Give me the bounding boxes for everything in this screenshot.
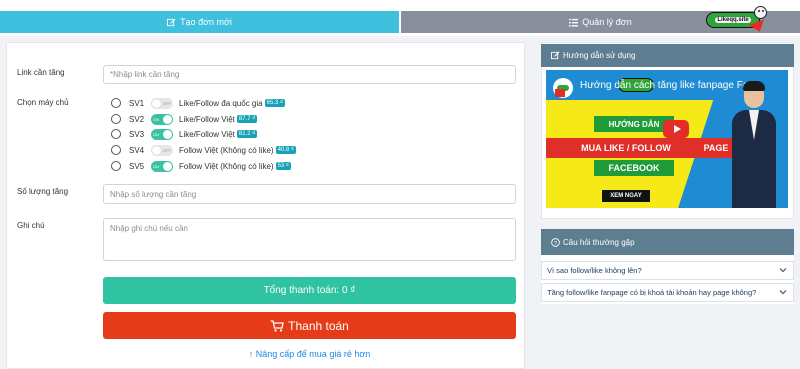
tab-new-order-label: Tạo đơn mới [180, 17, 232, 27]
edit-icon [551, 51, 560, 60]
note-textarea[interactable] [103, 218, 516, 261]
guide-title: Hướng dẫn sử dụng [563, 51, 636, 60]
upgrade-link[interactable]: ↑ Nâng cấp để mua giá rẻ hơn [103, 349, 516, 359]
server-desc: Like/Follow Việt [179, 114, 235, 124]
server-desc: Like/Follow Việt [179, 129, 235, 139]
arrow-up-icon: ↑ [248, 349, 256, 359]
faq-item[interactable]: Tăng follow/like fanpage có bị khoá tài … [541, 283, 794, 302]
chevron-down-icon [779, 267, 787, 273]
tab-manage-orders-label: Quản lý đơn [582, 17, 632, 27]
video-title[interactable]: Hướng dẫn cách tăng like fanpage Fa... [580, 80, 757, 91]
edit-icon [167, 18, 176, 27]
faq-item[interactable]: Vì sao follow/like không lên? [541, 261, 794, 280]
toggle-switch[interactable]: ON [151, 113, 173, 125]
upgrade-text: Nâng cấp để mua giá rẻ hơn [255, 349, 371, 359]
link-input[interactable] [103, 65, 516, 84]
play-icon[interactable] [663, 120, 689, 138]
order-form-card: Link cần tăng Chọn máy chủ SV1 OFF Like/… [6, 42, 525, 369]
tab-new-order[interactable]: Tạo đơn mới [0, 11, 399, 33]
faq-header: ? Câu hỏi thường gặp [541, 229, 794, 255]
order-tabs: Tạo đơn mới Quản lý đơn Likeqq.site [0, 0, 800, 36]
price-badge: 81.2 ₫ [236, 130, 258, 138]
channel-avatar-mark [555, 89, 565, 97]
list-icon [569, 18, 579, 27]
question-circle-icon: ? [551, 237, 560, 247]
video-text-huong: HƯỚNG DẪN [594, 116, 674, 132]
note-label: Ghi chú [17, 221, 45, 230]
server-id: SV3 [129, 129, 145, 139]
faq-title: Câu hỏi thường gặp [563, 237, 635, 247]
radio-button[interactable] [111, 145, 121, 155]
link-label: Link cần tăng [17, 68, 65, 77]
quantity-input[interactable] [103, 184, 516, 204]
server-option[interactable]: SV1 OFF Like/Follow đa quốc gia 65.3 ₫ [111, 96, 286, 110]
server-label: Chọn máy chủ [17, 98, 69, 107]
server-option[interactable]: SV5 ON Follow Việt (Không có like) 53 ₫ [111, 159, 291, 173]
price-badge: 40.8 ₫ [275, 146, 296, 154]
toggle-switch[interactable]: OFF [151, 97, 173, 109]
guide-header: Hướng dẫn sử dụng [541, 44, 794, 67]
video-text-facebook: FACEBOOK [594, 160, 674, 176]
smiley-icon [754, 6, 767, 19]
price-badge: 87.7 ₫ [236, 115, 258, 123]
radio-button[interactable] [111, 161, 121, 171]
toggle-switch[interactable]: ON [151, 160, 173, 172]
server-id: SV2 [129, 114, 145, 124]
video-player[interactable]: Hướng dẫn cách tăng like fanpage Fa... H… [546, 70, 788, 208]
cart-icon [270, 319, 284, 332]
server-option[interactable]: SV4 OFF Follow Việt (Không có like) 40.8… [111, 143, 296, 157]
video-text-page: PAGE [696, 138, 736, 158]
radio-button[interactable] [111, 129, 121, 139]
chevron-down-icon [779, 289, 787, 295]
pay-button[interactable]: Thanh toán [103, 312, 516, 339]
site-logo[interactable]: Likeqq.site [706, 4, 772, 35]
video-text-mua: MUA LIKE / FOLLOW [546, 138, 706, 158]
total-text: Tổng thanh toán: 0 ₫ [263, 285, 356, 296]
server-option[interactable]: SV3 ON Like/Follow Việt 81.2 ₫ [111, 127, 258, 141]
faq-question: Tăng follow/like fanpage có bị khoá tài … [547, 288, 757, 297]
presenter-image [732, 78, 776, 208]
logo-text: Likeqq.site [715, 17, 751, 23]
toggle-switch[interactable]: OFF [151, 144, 173, 156]
video-text-xem: XEM NGAY [602, 190, 650, 202]
server-desc: Like/Follow đa quốc gia [179, 98, 263, 108]
pay-text: Thanh toán [288, 318, 349, 333]
server-id: SV1 [129, 98, 145, 108]
server-id: SV4 [129, 145, 145, 155]
toggle-switch[interactable]: ON [151, 128, 173, 140]
server-option[interactable]: SV2 ON Like/Follow Việt 87.7 ₫ [111, 112, 258, 126]
server-desc: Follow Việt (Không có like) [179, 145, 274, 155]
radio-button[interactable] [111, 98, 121, 108]
price-badge: 53 ₫ [275, 162, 291, 170]
server-desc: Follow Việt (Không có like) [179, 161, 274, 171]
total-button[interactable]: Tổng thanh toán: 0 ₫ [103, 277, 516, 304]
quantity-label: Số lượng tăng [17, 187, 69, 196]
price-badge: 65.3 ₫ [264, 99, 286, 107]
server-id: SV5 [129, 161, 145, 171]
radio-button[interactable] [111, 114, 121, 124]
faq-question: Vì sao follow/like không lên? [547, 266, 642, 275]
